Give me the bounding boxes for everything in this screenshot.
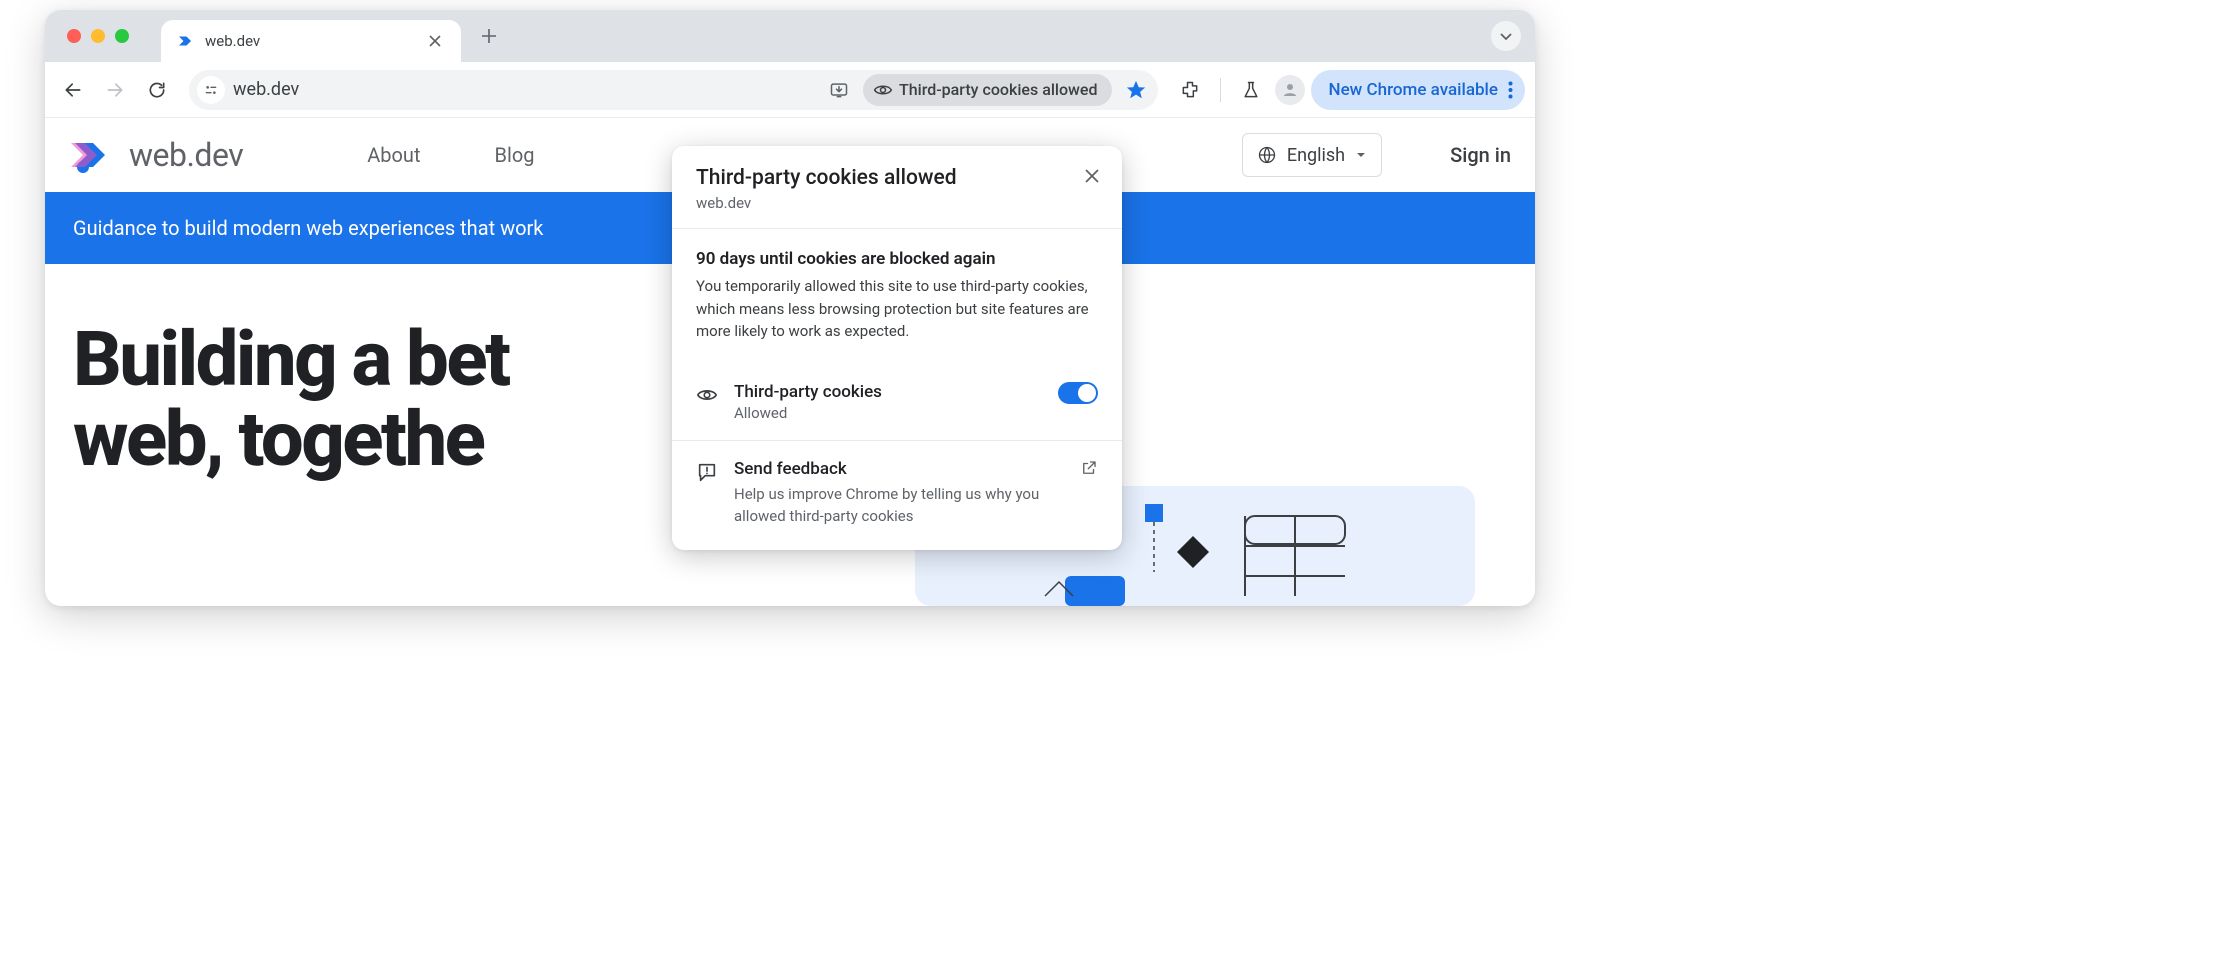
countdown-title: 90 days until cookies are blocked again: [696, 249, 1098, 269]
toolbar-divider: [1220, 78, 1221, 102]
tab-strip: web.dev: [45, 10, 1535, 62]
tab-favicon-icon: [175, 31, 195, 51]
extensions-icon[interactable]: [1172, 72, 1208, 108]
nav-blog[interactable]: Blog: [495, 143, 535, 167]
toggle-title: Third-party cookies: [734, 382, 1044, 402]
globe-icon: [1257, 145, 1277, 165]
chevron-down-icon: [1355, 149, 1367, 161]
popover-countdown-section: 90 days until cookies are blocked again …: [672, 229, 1122, 363]
new-tab-button[interactable]: [475, 22, 503, 50]
url-text: web.dev: [233, 79, 815, 100]
feedback-body: Help us improve Chrome by telling us why…: [734, 483, 1066, 528]
countdown-body: You temporarily allowed this site to use…: [696, 275, 1098, 343]
tab-search-button[interactable]: [1491, 21, 1521, 51]
nav-about[interactable]: About: [367, 143, 420, 167]
window-controls: [45, 29, 129, 43]
bookmark-star-icon[interactable]: [1120, 74, 1152, 106]
minimize-window-button[interactable]: [91, 29, 105, 43]
popover-domain: web.dev: [696, 194, 1098, 212]
cookies-popover: Third-party cookies allowed web.dev 90 d…: [672, 146, 1122, 550]
install-pwa-icon[interactable]: [823, 74, 855, 106]
eye-icon: [873, 80, 893, 100]
eye-icon: [696, 382, 720, 406]
tab-title: web.dev: [205, 32, 419, 50]
toolbar: web.dev Third-party cookies allowed: [45, 62, 1535, 118]
kebab-menu-icon[interactable]: [1508, 81, 1513, 99]
language-label: English: [1287, 145, 1345, 166]
update-chrome-button[interactable]: New Chrome available: [1311, 70, 1525, 110]
popover-header: Third-party cookies allowed web.dev: [672, 146, 1122, 229]
third-party-cookies-toggle-row: Third-party cookies Allowed: [672, 363, 1122, 441]
back-button[interactable]: [55, 72, 91, 108]
cookie-status-chip[interactable]: Third-party cookies allowed: [863, 74, 1112, 106]
tab-close-icon[interactable]: [429, 35, 447, 47]
language-selector[interactable]: English: [1242, 133, 1382, 177]
toggle-status: Allowed: [734, 404, 1044, 422]
send-feedback-row[interactable]: Send feedback Help us improve Chrome by …: [672, 441, 1122, 550]
signin-link[interactable]: Sign in: [1450, 143, 1511, 167]
popover-title: Third-party cookies allowed: [696, 166, 1098, 190]
update-label: New Chrome available: [1329, 80, 1498, 100]
open-external-icon[interactable]: [1080, 459, 1098, 477]
maximize-window-button[interactable]: [115, 29, 129, 43]
site-logo[interactable]: web.dev: [69, 133, 243, 177]
active-tab[interactable]: web.dev: [161, 20, 461, 62]
popover-close-button[interactable]: [1078, 162, 1106, 190]
close-window-button[interactable]: [67, 29, 81, 43]
reload-button[interactable]: [139, 72, 175, 108]
labs-icon[interactable]: [1233, 72, 1269, 108]
profile-avatar[interactable]: [1275, 75, 1305, 105]
site-brand-text: web.dev: [129, 136, 243, 174]
site-info-button[interactable]: [197, 76, 225, 104]
banner-text: Guidance to build modern web experiences…: [73, 216, 543, 240]
cookie-chip-label: Third-party cookies allowed: [899, 80, 1098, 99]
forward-button[interactable]: [97, 72, 133, 108]
feedback-icon: [696, 459, 720, 483]
feedback-title: Send feedback: [734, 459, 1066, 479]
third-party-cookies-toggle[interactable]: [1058, 382, 1098, 404]
address-bar[interactable]: web.dev Third-party cookies allowed: [189, 70, 1158, 110]
browser-window: web.dev web.dev: [45, 10, 1535, 606]
